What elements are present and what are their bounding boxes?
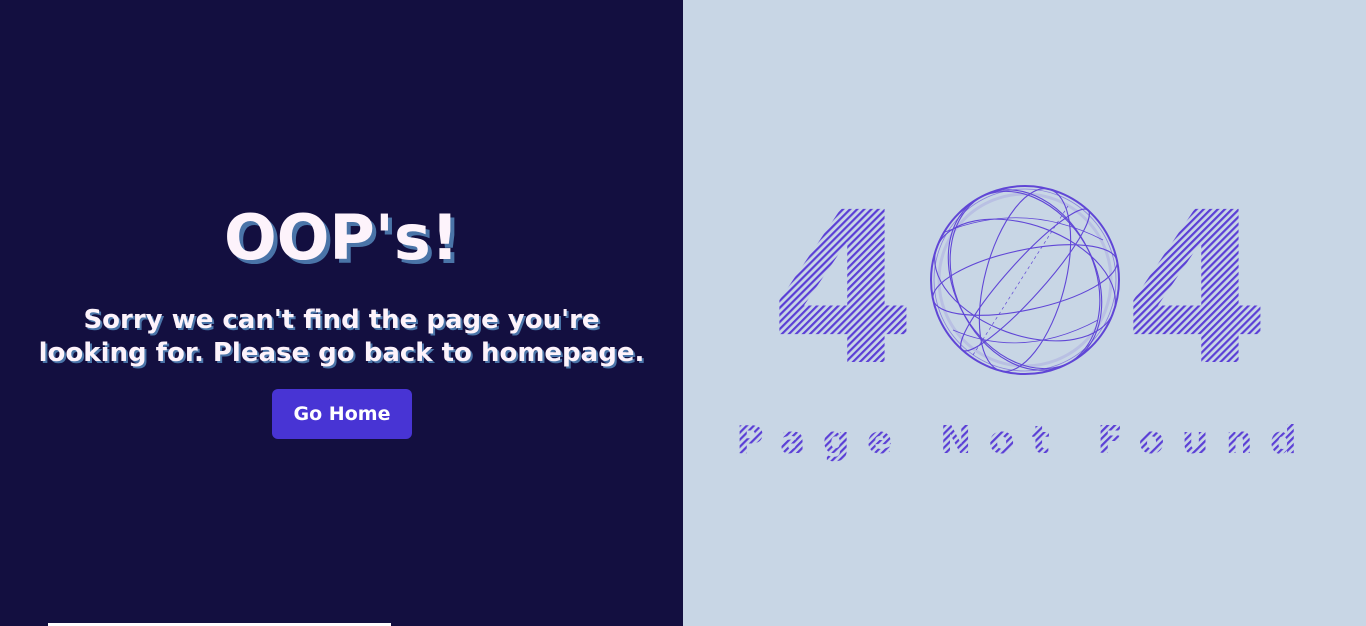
error-message-line-2: looking for. Please go back to homepage. [38, 338, 645, 368]
code-digit-right: 4 [1124, 167, 1270, 412]
code-digit-left: 4 [770, 167, 916, 412]
page-not-found-label: Page Not Found [736, 418, 1314, 462]
illustration-panel: 4 4 Page Not Found [683, 0, 1366, 626]
error-404-illustration: 4 4 Page Not Found [736, 167, 1314, 462]
page-title: OOP's! [223, 201, 459, 274]
message-panel: OOP's! Sorry we can't find the page you'… [0, 0, 683, 626]
go-home-button[interactable]: Go Home [272, 389, 412, 439]
error-page: OOP's! Sorry we can't find the page you'… [0, 0, 1366, 626]
error-message: Sorry we can't find the page you're look… [0, 304, 683, 370]
error-message-line-1: Sorry we can't find the page you're [83, 305, 600, 335]
wireframe-globe-icon [930, 185, 1120, 375]
